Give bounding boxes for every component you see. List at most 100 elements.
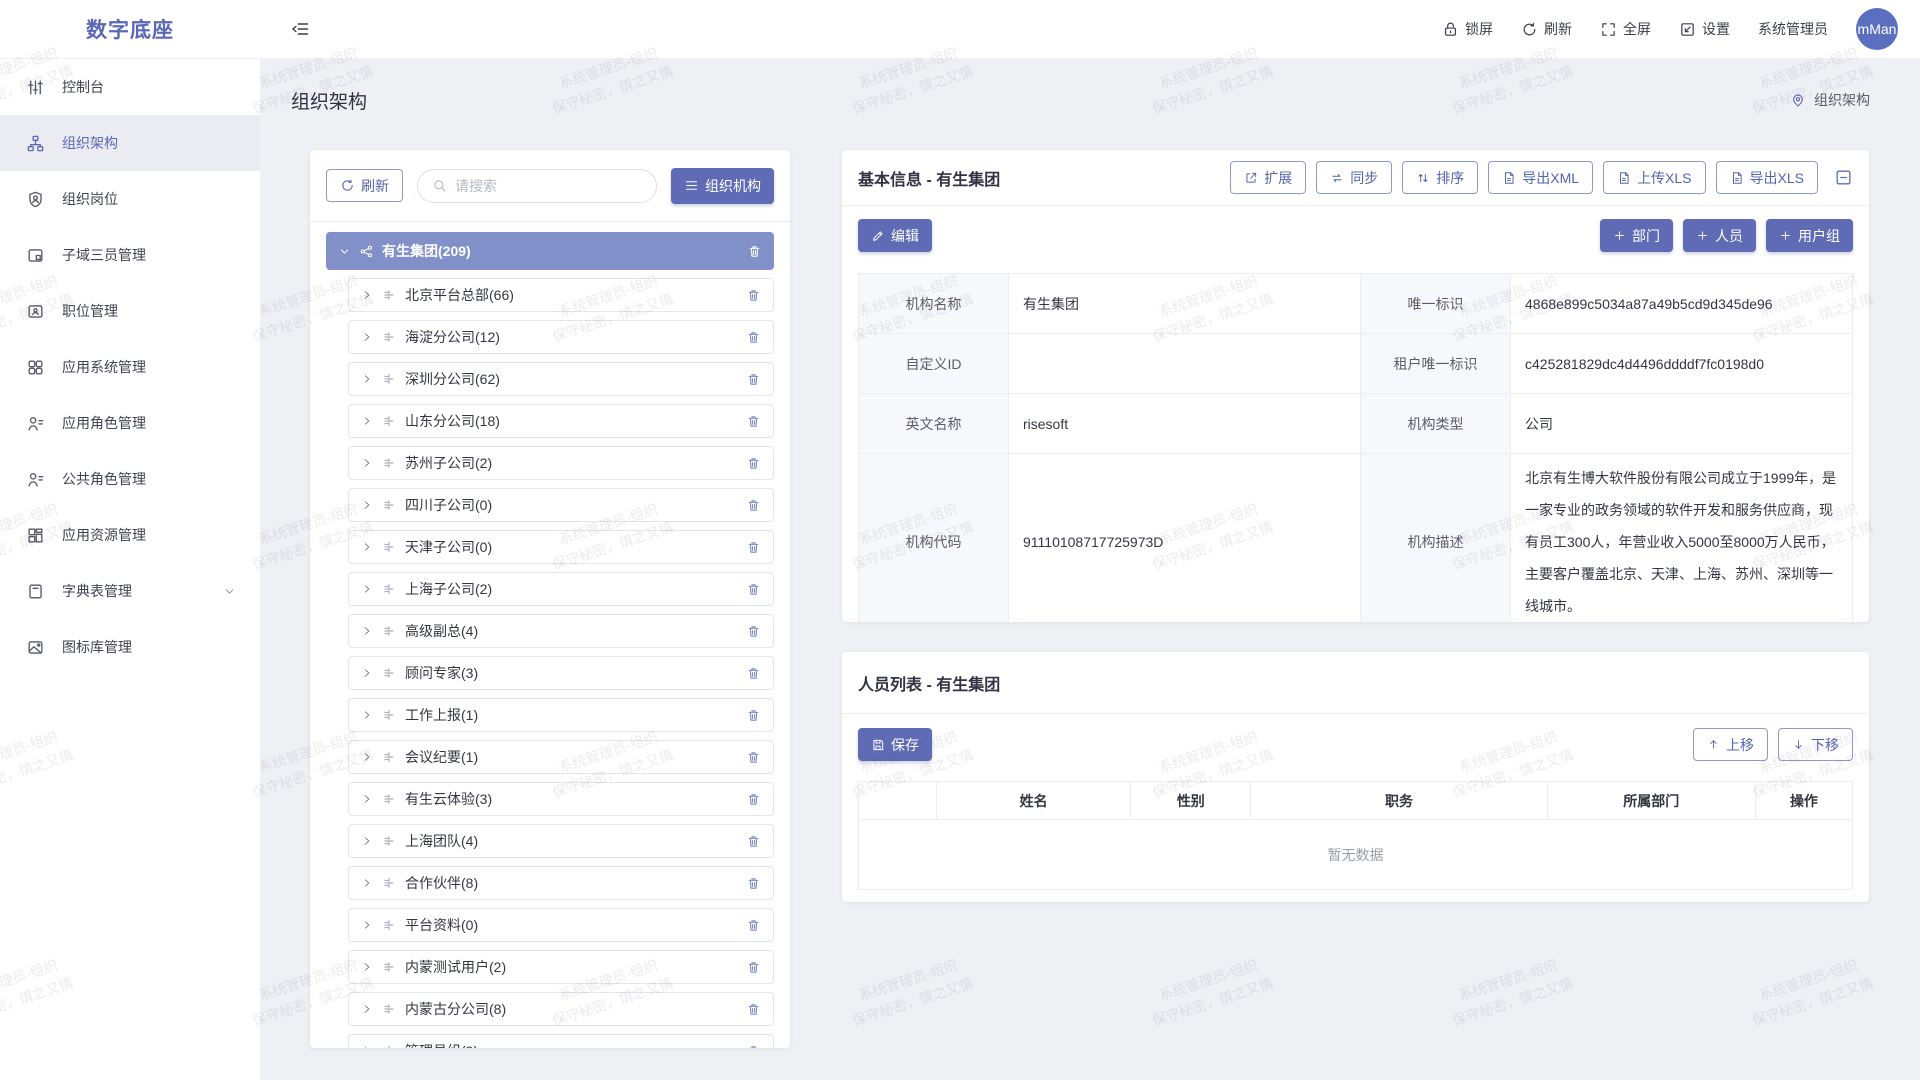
sidebar-item-app-resource[interactable]: 应用资源管理 [0,507,260,563]
chevron-right-icon[interactable] [361,793,373,805]
chevron-right-icon[interactable] [361,415,373,427]
sidebar-item-dictionary[interactable]: 字典表管理 [0,563,260,619]
sidebar-item-position-mgmt[interactable]: 职位管理 [0,283,260,339]
tree-node[interactable]: 上海子公司(2) [348,572,774,606]
chevron-right-icon[interactable] [361,877,373,889]
delete-icon[interactable] [746,288,761,303]
delete-icon[interactable] [746,918,761,933]
chevron-right-icon[interactable] [361,961,373,973]
chevron-right-icon[interactable] [361,541,373,553]
tree-refresh-button[interactable]: 刷新 [326,169,403,202]
delete-icon[interactable] [746,708,761,723]
avatar[interactable]: mMan [1856,8,1898,50]
tree-node[interactable]: 内蒙古分公司(8) [348,992,774,1026]
chevron-right-icon[interactable] [361,919,373,931]
sidebar-item-app-role[interactable]: 应用角色管理 [0,395,260,451]
delete-icon[interactable] [746,414,761,429]
refresh-button[interactable]: 刷新 [1521,19,1572,39]
export-xml-button[interactable]: 导出XML [1488,161,1593,194]
collapse-panel-icon[interactable] [1834,168,1853,187]
sidebar-item-public-role[interactable]: 公共角色管理 [0,451,260,507]
department-branch-icon [382,582,396,596]
chevron-right-icon[interactable] [361,583,373,595]
tree-node[interactable]: 四川子公司(0) [348,488,774,522]
delete-icon[interactable] [746,834,761,849]
tree-node[interactable]: 北京平台总部(66) [348,278,774,312]
move-down-button[interactable]: 下移 [1778,728,1853,761]
tree-node[interactable]: 深圳分公司(62) [348,362,774,396]
lock-screen-button[interactable]: 锁屏 [1442,19,1493,39]
delete-icon[interactable] [746,372,761,387]
chevron-right-icon[interactable] [361,667,373,679]
current-user[interactable]: 系统管理员 [1758,19,1828,39]
fullscreen-button[interactable]: 全屏 [1600,19,1651,39]
tree-node[interactable]: 山东分公司(18) [348,404,774,438]
upload-xls-button[interactable]: 上传XLS [1603,161,1705,194]
sidebar-item-subdomain-admins[interactable]: 子域三员管理 [0,227,260,283]
sidebar-item-org-position[interactable]: 组织岗位 [0,171,260,227]
breadcrumb[interactable]: 组织架构 [1790,90,1870,110]
tree-node-label: 有生云体验(3) [405,789,737,809]
sidebar-item-app-system[interactable]: 应用系统管理 [0,339,260,395]
tree-node[interactable]: 海淀分公司(12) [348,320,774,354]
delete-icon[interactable] [746,330,761,345]
delete-icon[interactable] [746,582,761,597]
chevron-right-icon[interactable] [361,1045,373,1048]
chevron-right-icon[interactable] [361,373,373,385]
delete-icon[interactable] [746,960,761,975]
sidebar-item-org-structure[interactable]: 组织架构 [0,115,260,171]
sort-button[interactable]: 排序 [1402,161,1478,194]
move-up-button[interactable]: 上移 [1693,728,1768,761]
tree-node[interactable]: 有生云体验(3) [348,782,774,816]
sidebar-item-icon-library[interactable]: 图标库管理 [0,619,260,675]
tree-node[interactable]: 高级副总(4) [348,614,774,648]
delete-icon[interactable] [747,244,762,259]
add-person-button[interactable]: 人员 [1683,219,1756,252]
chevron-right-icon[interactable] [361,835,373,847]
sync-icon [1330,171,1344,185]
export-xls-button[interactable]: 导出XLS [1716,161,1818,194]
expand-button[interactable]: 扩展 [1230,161,1306,194]
tree-node[interactable]: 顾问专家(3) [348,656,774,690]
add-usergroup-button[interactable]: 用户组 [1766,219,1853,252]
org-agency-button[interactable]: 组织机构 [671,168,774,204]
menu-fold-icon[interactable] [290,19,310,39]
delete-icon[interactable] [746,498,761,513]
delete-icon[interactable] [746,1002,761,1017]
tree-node[interactable]: 管理员组(9) [348,1034,774,1048]
share-org-icon [359,244,374,259]
delete-icon[interactable] [746,624,761,639]
delete-icon[interactable] [746,750,761,765]
delete-icon[interactable] [746,792,761,807]
delete-icon[interactable] [746,876,761,891]
settings-button[interactable]: 设置 [1679,19,1730,39]
tree-node[interactable]: 工作上报(1) [348,698,774,732]
tree-node[interactable]: 苏州子公司(2) [348,446,774,480]
chevron-right-icon[interactable] [361,709,373,721]
add-department-button[interactable]: 部门 [1600,219,1673,252]
delete-icon[interactable] [746,540,761,555]
tree-node[interactable]: 天津子公司(0) [348,530,774,564]
chevron-right-icon[interactable] [361,289,373,301]
chevron-right-icon[interactable] [361,751,373,763]
tree-root-node[interactable]: 有生集团(209) [326,232,774,270]
tree-node[interactable]: 内蒙测试用户(2) [348,950,774,984]
tree-node[interactable]: 会议纪要(1) [348,740,774,774]
save-button[interactable]: 保存 [858,728,932,761]
chevron-right-icon[interactable] [361,499,373,511]
tree-node[interactable]: 平台资料(0) [348,908,774,942]
tree-node[interactable]: 合作伙伴(8) [348,866,774,900]
sync-button[interactable]: 同步 [1316,161,1392,194]
tree-node-label: 顾问专家(3) [405,663,737,683]
edit-button[interactable]: 编辑 [858,219,932,252]
chevron-right-icon[interactable] [361,331,373,343]
search-input[interactable] [455,178,642,194]
chevron-right-icon[interactable] [361,625,373,637]
chevron-right-icon[interactable] [361,457,373,469]
delete-icon[interactable] [746,666,761,681]
sidebar-item-console[interactable]: 控制台 [0,59,260,115]
delete-icon[interactable] [746,1044,761,1049]
tree-node[interactable]: 上海团队(4) [348,824,774,858]
chevron-right-icon[interactable] [361,1003,373,1015]
delete-icon[interactable] [746,456,761,471]
